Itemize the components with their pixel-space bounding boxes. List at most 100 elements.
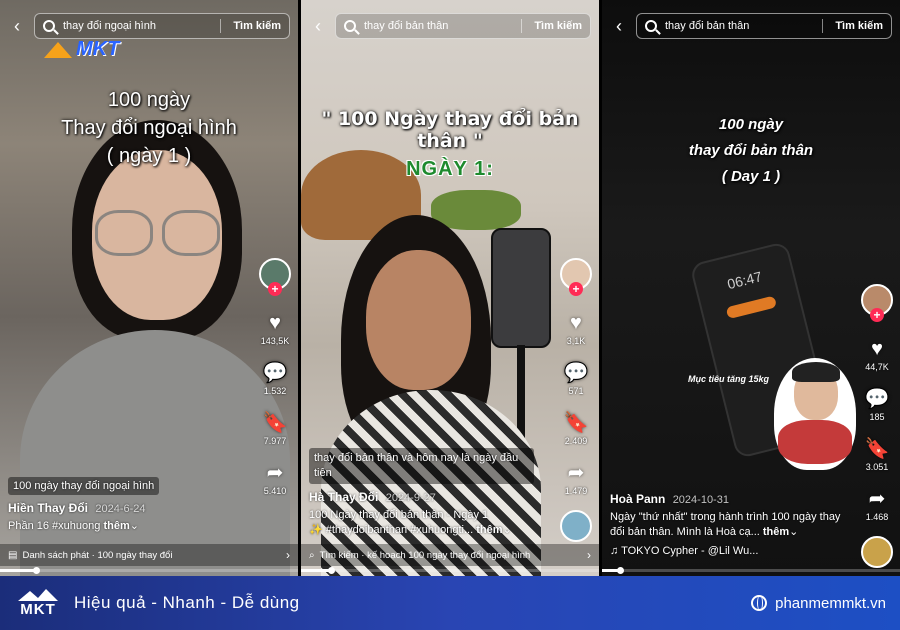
tag-pill[interactable]: 100 ngày thay đổi ngoại hình: [8, 477, 160, 495]
search-divider: [822, 19, 824, 33]
comment-icon: 💬: [864, 388, 890, 410]
sticker-hair: [792, 362, 840, 382]
phone-alarm-button: [725, 295, 778, 320]
overlay-line-3: ( Day 1 ): [721, 168, 781, 185]
video-progress[interactable]: [602, 567, 900, 574]
search-divider: [521, 19, 523, 33]
comment-count: 1.532: [263, 386, 287, 396]
search-query[interactable]: thay đổi ngoại hình: [63, 20, 214, 32]
search-input[interactable]: thay đổi bản thân Tìm kiếm: [335, 13, 591, 39]
video-progress[interactable]: [301, 567, 599, 574]
author-name[interactable]: Hà Thay Đổi: [309, 490, 378, 504]
follow-plus-icon[interactable]: +: [268, 282, 282, 296]
search-query[interactable]: thay đổi bản thân: [364, 20, 515, 32]
search-button[interactable]: Tìm kiếm: [534, 20, 582, 32]
search-icon: ⌕: [309, 549, 315, 561]
share-count: 1.479: [564, 486, 588, 496]
follow-plus-icon[interactable]: +: [569, 282, 583, 296]
save-button[interactable]: 🔖 3.051: [865, 438, 890, 472]
promo-footer: MKT Hiệu quả - Nhanh - Dễ dùng phanmemmk…: [0, 576, 900, 630]
video-caption-overlay: " 100 Ngày thay đổi bản thân " NGÀY 1:: [301, 108, 599, 181]
more-link[interactable]: thêm: [763, 526, 789, 538]
search-button[interactable]: Tìm kiếm: [233, 20, 281, 32]
search-bar-row: ‹ thay đổi bản thân Tìm kiếm: [602, 0, 900, 52]
author-name[interactable]: Hoà Pann: [610, 492, 665, 506]
playlist-bar[interactable]: ▤ Danh sách phát · 100 ngày thay đổi ›: [0, 544, 298, 566]
like-button[interactable]: ♥ 3,1K: [567, 312, 586, 346]
search-query[interactable]: thay đổi bản thân: [665, 20, 816, 32]
tag-pill[interactable]: thay đổi bản thân và hôm nay là ngày đầu…: [309, 448, 534, 484]
save-button[interactable]: 🔖 7.977: [263, 412, 288, 446]
like-button[interactable]: ♥ 44,7K: [865, 338, 889, 372]
muscle-sticker: [774, 358, 856, 470]
comment-button[interactable]: 💬 1.532: [263, 362, 288, 396]
logo-text: MKT: [20, 600, 56, 618]
save-count: 3.051: [865, 462, 889, 472]
music-disc-avatar[interactable]: [560, 510, 592, 542]
search-suggestion-bar[interactable]: ⌕ Tìm kiếm · kế hoạch 100 ngày thay đổi …: [301, 544, 599, 566]
heart-icon: ♥: [269, 312, 281, 334]
playlist-label: Danh sách phát · 100 ngày thay đổi: [22, 549, 173, 561]
chevron-right-icon: ›: [286, 548, 290, 562]
comment-icon: 💬: [563, 362, 589, 384]
more-link[interactable]: thêm: [103, 520, 129, 532]
video-meta: 100 ngày thay đổi ngoại hình Hiền Thay Đ…: [8, 476, 254, 534]
music-row[interactable]: ♫ TOKYO Cypher - @Lil Wu...: [610, 544, 856, 559]
music-note-icon: ♫: [610, 545, 619, 557]
overlay-line-2: thay đổi bản thân: [688, 142, 814, 159]
phone-clock: 06:47: [725, 268, 764, 293]
progress-knob[interactable]: [32, 567, 40, 574]
bookmark-icon: 🔖: [864, 438, 890, 460]
comment-button[interactable]: 💬 185: [865, 388, 890, 422]
author-name[interactable]: Hiền Thay Đổi: [8, 501, 88, 515]
post-date: 2024-6-24: [95, 503, 146, 515]
back-arrow-icon[interactable]: ‹: [309, 17, 327, 35]
search-input[interactable]: thay đổi bản thân Tìm kiếm: [636, 13, 892, 39]
share-icon: ➦: [567, 462, 585, 484]
comment-button[interactable]: 💬 571: [564, 362, 589, 396]
author-row: Hoà Pann 2024-10-31: [610, 492, 856, 506]
save-count: 2.409: [564, 436, 588, 446]
follow-plus-icon[interactable]: +: [870, 308, 884, 322]
video-description: Phần 16 #xuhuong thêm⌄: [8, 520, 139, 532]
like-button[interactable]: ♥ 143,5K: [261, 312, 290, 346]
progress-knob[interactable]: [327, 567, 335, 574]
video-meta: Hoà Pann 2024-10-31 Ngày "thứ nhất" tron…: [610, 492, 856, 559]
search-icon: [43, 20, 55, 32]
creator-avatar[interactable]: +: [259, 258, 291, 296]
chevron-down-icon: ⌄: [502, 524, 512, 536]
search-input[interactable]: thay đổi ngoại hình Tìm kiếm: [34, 13, 290, 39]
share-button[interactable]: ➦ 1.479: [565, 462, 588, 496]
mountain-icon: [18, 588, 58, 601]
video-panel-1[interactable]: MKT ‹ thay đổi ngoại hình Tìm kiếm 100 n…: [0, 0, 298, 576]
website-text: phanmemmkt.vn: [775, 594, 886, 612]
comment-count: 571: [568, 386, 584, 396]
bookmark-icon: 🔖: [563, 412, 589, 434]
save-button[interactable]: 🔖 2.409: [564, 412, 589, 446]
search-bar-row: ‹ thay đổi ngoại hình Tìm kiếm: [0, 0, 298, 52]
progress-knob[interactable]: [616, 567, 624, 574]
back-arrow-icon[interactable]: ‹: [8, 17, 26, 35]
creator-avatar[interactable]: +: [861, 284, 893, 322]
more-link[interactable]: thêm: [476, 524, 502, 536]
video-panel-3[interactable]: 06:47 ‹ thay đổi bản thân Tìm kiếm 100 n…: [602, 0, 900, 576]
search-icon: [645, 20, 657, 32]
chevron-right-icon: ›: [587, 548, 591, 562]
back-arrow-icon[interactable]: ‹: [610, 17, 628, 35]
website-link[interactable]: phanmemmkt.vn: [751, 595, 886, 612]
share-button[interactable]: ➦ 5.410: [264, 462, 287, 496]
scene-phone-on-tripod: [491, 228, 551, 348]
heart-icon: ♥: [570, 312, 582, 334]
video-meta: thay đổi bản thân và hôm nay là ngày đầu…: [309, 448, 555, 538]
post-date: 2024-9-27: [385, 492, 436, 504]
video-panel-2[interactable]: ‹ thay đổi bản thân Tìm kiếm " 100 Ngày …: [301, 0, 599, 576]
video-description: 100 Ngày thay đổi bản thân - Ngày 1 ✨ #t…: [309, 509, 512, 536]
share-button[interactable]: ➦ 1.468: [866, 488, 889, 522]
music-disc-avatar[interactable]: [861, 536, 893, 568]
footer-slogan: Hiệu quả - Nhanh - Dễ dùng: [74, 593, 300, 612]
overlay-line-2: Thay đổi ngoại hình: [61, 117, 237, 139]
scene-face: [366, 250, 471, 390]
creator-avatar[interactable]: +: [560, 258, 592, 296]
search-button[interactable]: Tìm kiếm: [835, 20, 883, 32]
video-progress[interactable]: [0, 567, 298, 574]
